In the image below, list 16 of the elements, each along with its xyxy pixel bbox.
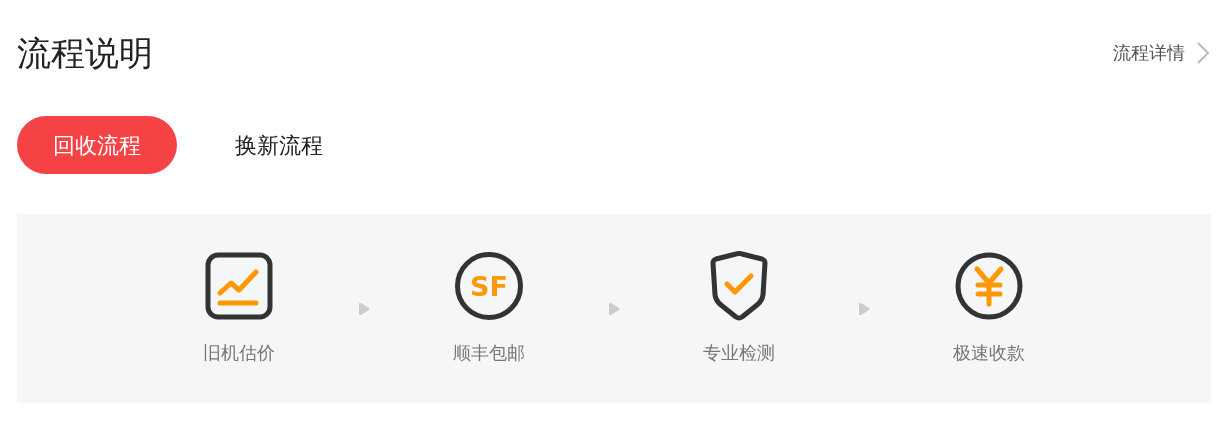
- step-arrow-icon: [608, 301, 620, 316]
- yen-coin-icon: [955, 252, 1023, 320]
- step-arrow-icon: [858, 301, 870, 316]
- chart-icon: [205, 252, 273, 320]
- step-label: 顺丰包邮: [453, 342, 525, 365]
- shield-check-icon: [709, 251, 769, 321]
- step-arrow-icon: [358, 301, 370, 316]
- step-label: 专业检测: [703, 342, 775, 365]
- step-label: 旧机估价: [203, 342, 275, 365]
- section-title: 流程说明: [17, 36, 153, 70]
- details-link[interactable]: 流程详情: [1113, 39, 1211, 67]
- tab[interactable]: 回收流程: [17, 116, 177, 174]
- courier-logo: SF: [455, 252, 523, 320]
- tab[interactable]: 换新流程: [199, 116, 359, 174]
- step-label: 极速收款: [953, 342, 1025, 365]
- chevron-right-icon: [1197, 42, 1209, 64]
